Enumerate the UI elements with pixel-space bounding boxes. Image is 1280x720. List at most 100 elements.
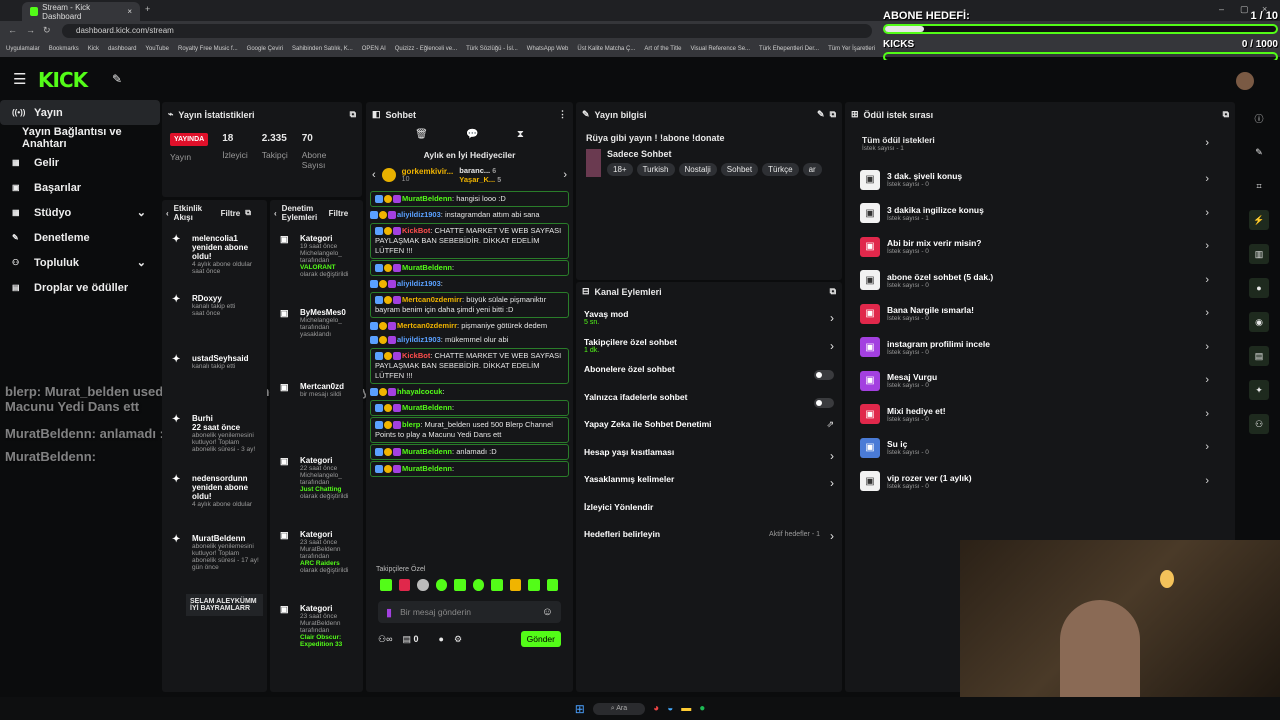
users-icon[interactable]: ⚇∞ — [378, 634, 392, 645]
category-name[interactable]: Sadece Sohbet — [607, 149, 832, 159]
wrench-icon[interactable]: ✦ — [1249, 380, 1269, 400]
chat-username[interactable]: Mertcan0zdemirr — [397, 321, 457, 330]
chat-message[interactable]: KickBot: CHATTE MARKET VE WEB SAYFASI PA… — [370, 223, 569, 259]
chat-username[interactable]: MuratBeldenn — [402, 263, 452, 272]
activity-user[interactable]: Burhi — [192, 414, 263, 423]
chat-message[interactable]: Mertcan0zdemirr: pişmaniye götürek dedem — [366, 319, 573, 333]
browser-tab[interactable]: Stream - Kick Dashboard × — [22, 2, 140, 21]
channel-action[interactable]: Yalnızca ifadelerle sohbet — [576, 392, 842, 420]
chat-message[interactable]: hhayalcocuk: — [366, 385, 573, 399]
emote-icon[interactable] — [472, 579, 484, 591]
chat-message[interactable]: MuratBeldenn: anlamadı :D — [370, 444, 569, 460]
popout-icon[interactable]: ⧉ — [350, 109, 356, 120]
chat-message[interactable]: KickBot: CHATTE MARKET VE WEB SAYFASI PA… — [370, 348, 569, 384]
sidebar-item[interactable]: Yayın Bağlantısı ve Anahtarı — [0, 125, 160, 150]
next-icon[interactable]: › — [563, 169, 567, 181]
sidebar-item[interactable]: ✎ Denetleme — [0, 225, 160, 250]
forward-icon[interactable]: → — [26, 25, 35, 35]
channel-action[interactable]: Hesap yaşı kısıtlaması › — [576, 447, 842, 475]
channel-action[interactable]: Yapay Zeka ile Sohbet Denetimi ⇗ — [576, 419, 842, 447]
emote-icon[interactable] — [417, 579, 429, 591]
channel-action[interactable]: Yavaş mod 5 sn. › — [576, 309, 842, 337]
activity-filter[interactable]: Filtre — [221, 209, 241, 218]
popout-icon[interactable]: ⧉ — [830, 109, 836, 120]
bookmark-item[interactable]: Visual Reference Se... — [690, 46, 750, 52]
edit-icon[interactable]: ✎ — [817, 109, 825, 120]
activity-user[interactable]: melencolia1 — [192, 234, 263, 243]
reward-row[interactable]: ▣ vip rozer ver (1 aylık) İstek sayısı - 0… — [845, 465, 1235, 499]
emoji-icon[interactable]: ☺ — [542, 606, 553, 618]
channel-action[interactable]: Abonelere özel sohbet — [576, 364, 842, 392]
server-icon[interactable]: ▤ — [1249, 346, 1269, 366]
emote-icon[interactable] — [528, 579, 540, 591]
bookmark-item[interactable]: Bookmarks — [49, 46, 79, 52]
sidebar-item[interactable]: ⚇ Topluluk ⌄ — [0, 250, 160, 275]
windows-start-icon[interactable]: ⊞ — [575, 702, 585, 716]
avatar[interactable] — [1236, 72, 1254, 90]
reward-row[interactable]: ▣ 3 dak. şiveli konuş İstek sayısı - 0 › — [845, 163, 1235, 197]
chat-input[interactable]: ▮ Bir mesaj gönderin ☺ — [378, 601, 561, 623]
channel-action[interactable]: Hedefleri belirleyin Aktif hedefler - 1 › — [576, 529, 842, 557]
emote-icon[interactable] — [454, 579, 466, 591]
activity-user[interactable]: RDoxyy — [192, 294, 263, 303]
chevron-down-icon[interactable]: ⌄ — [137, 206, 146, 219]
bookmark-item[interactable]: Kick — [88, 46, 99, 52]
chat-bubble-icon[interactable]: ● — [439, 634, 444, 644]
chat-username[interactable]: hhayalcocuk — [397, 387, 442, 396]
emote-icon[interactable] — [491, 579, 503, 591]
modlog-filter[interactable]: Filtre — [329, 209, 349, 218]
tag-chip[interactable]: 18+ — [607, 163, 633, 176]
chat-username[interactable]: MuratBeldenn — [402, 464, 452, 473]
toggle-switch[interactable] — [814, 370, 834, 380]
tag-chip[interactable]: ar — [802, 163, 822, 176]
channel-action[interactable]: Yasaklanmış kelimeler › — [576, 474, 842, 502]
emote-icon[interactable] — [398, 579, 410, 591]
chevron-down-icon[interactable]: ⌄ — [137, 256, 146, 269]
reward-row[interactable]: ▣ Mesaj Vurgu İstek sayısı - 0 › — [845, 364, 1235, 398]
chat-username[interactable]: MuratBeldenn — [402, 447, 452, 456]
chat-username[interactable]: aliyildiz1903 — [397, 335, 441, 344]
mic-icon[interactable]: ▮ — [386, 606, 392, 619]
popout-icon[interactable]: ⧉ — [245, 208, 251, 218]
chat-message[interactable]: MuratBeldenn: — [370, 461, 569, 477]
chat-username[interactable]: MuratBeldenn — [402, 194, 452, 203]
channel-action[interactable]: Takipçilere özel sohbet 1 dk. › — [576, 337, 842, 365]
back-icon[interactable]: ← — [8, 25, 17, 35]
chat-message[interactable]: MuratBeldenn: — [370, 260, 569, 276]
trash-icon[interactable]: ▥ — [1249, 244, 1269, 264]
broadcast-icon[interactable]: ◉ — [1249, 312, 1269, 332]
sidebar-item[interactable]: ▤ Droplar ve ödüller — [0, 275, 160, 300]
bookmark-item[interactable]: Tüm Yer İşaretleri — [828, 46, 875, 52]
chat-message[interactable]: aliyildiz1903: instagramdan attım abi sa… — [366, 208, 573, 222]
chat-username[interactable]: MuratBeldenn — [402, 403, 452, 412]
tag-chip[interactable]: Turkish — [636, 163, 675, 176]
kick-logo[interactable]: KICK — [38, 68, 88, 92]
bookmark-item[interactable]: Üst Kalite Matcha Ç... — [577, 46, 635, 52]
collapse-icon[interactable]: ‹ — [166, 209, 169, 218]
url-field[interactable]: dashboard.kick.com/stream — [62, 24, 872, 38]
bookmark-item[interactable]: Sahibinden Satılık, K... — [292, 46, 353, 52]
tag-chip[interactable]: Nostalji — [678, 163, 717, 176]
new-tab-icon[interactable]: + — [145, 4, 150, 14]
sidebar-item[interactable]: ▣ Başarılar — [0, 175, 160, 200]
chat-message[interactable]: blerp: Murat_belden used 500 Blerp Chann… — [370, 417, 569, 443]
chat-username[interactable]: KickBot — [402, 351, 430, 360]
chat-username[interactable]: Mertcan0zdemirr — [402, 295, 462, 304]
sidebar-item[interactable]: ▦ Stüdyo ⌄ — [0, 200, 160, 225]
taskbar-search[interactable]: ⌕ Ara — [592, 702, 646, 715]
chat-username[interactable]: aliyildiz1903 — [397, 279, 441, 288]
collapse-icon[interactable]: ‹ — [274, 209, 277, 218]
bookmark-item[interactable]: Quizizz - Eğlenceli ve... — [395, 46, 457, 52]
chat-message[interactable]: aliyildiz1903: — [366, 277, 573, 291]
reward-row[interactable]: ▣ Su iç İstek sayısı - 0 › — [845, 431, 1235, 465]
bookmark-item[interactable]: Türk Sözlüğü - İsl... — [466, 46, 518, 52]
toggle-switch[interactable] — [814, 397, 834, 408]
activity-user[interactable]: MuratBeldenn — [192, 534, 263, 543]
bookmark-item[interactable]: Art of the Title — [644, 46, 681, 52]
bookmark-item[interactable]: OPEN AI — [362, 46, 386, 52]
bookmark-item[interactable]: YouTube — [145, 46, 169, 52]
reward-row[interactable]: ▣ instagram profilimi incele İstek sayısı … — [845, 331, 1235, 365]
sidebar-item[interactable]: ((•)) Yayın — [0, 100, 160, 125]
bookmark-item[interactable]: Royalty Free Music f... — [178, 46, 238, 52]
popout-icon[interactable]: ⧉ — [1223, 109, 1229, 120]
